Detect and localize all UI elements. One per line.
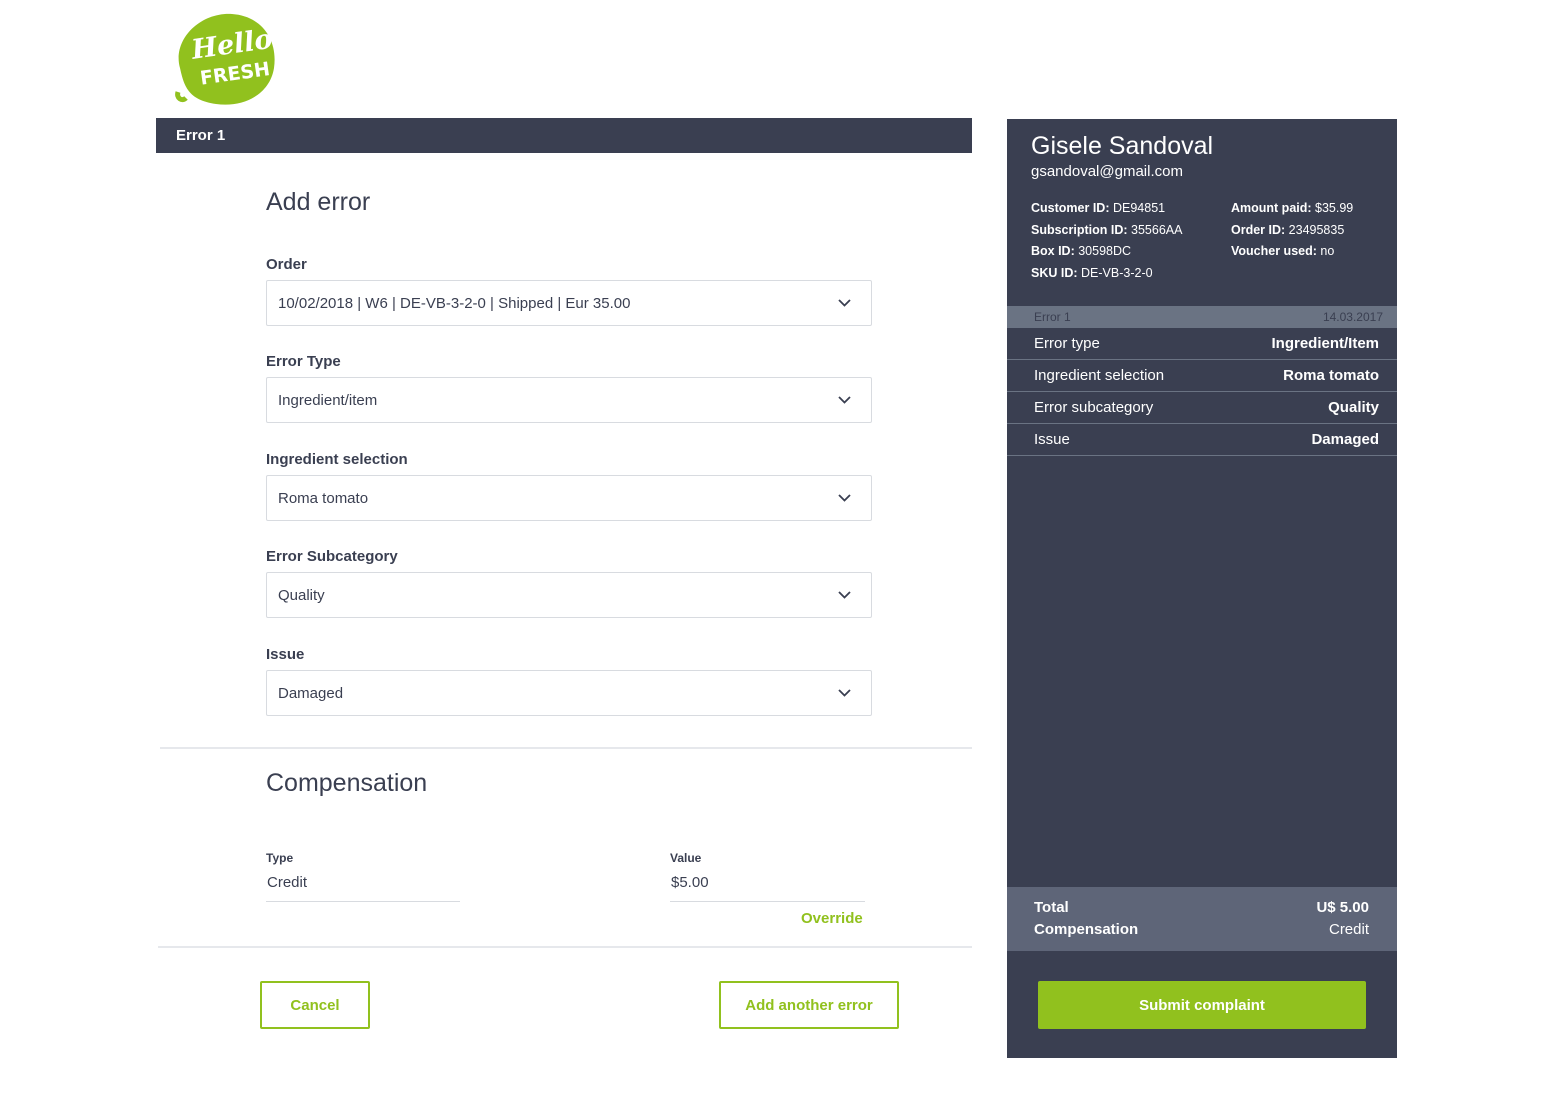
order-select[interactable]: 10/02/2018 | W6 | DE-VB-3-2-0 | Shipped … xyxy=(266,280,872,326)
order-label: Order xyxy=(266,256,307,273)
customer-email: gsandoval@gmail.com xyxy=(1031,163,1183,180)
chevron-down-icon xyxy=(837,588,851,602)
submit-complaint-label: Submit complaint xyxy=(1139,996,1265,1014)
summary-row: Error subcategory Quality xyxy=(1007,392,1397,424)
error-subcategory-label: Error Subcategory xyxy=(266,548,398,565)
add-another-error-button-label: Add another error xyxy=(745,996,873,1014)
summary-row-value: Damaged xyxy=(1311,431,1379,448)
box-id-line: Box ID: 30598DC xyxy=(1031,244,1132,258)
customer-summary-panel: Gisele Sandoval gsandoval@gmail.com Cust… xyxy=(1007,119,1397,1058)
compensation-value-label: Value xyxy=(670,851,702,865)
issue-select[interactable]: Damaged xyxy=(266,670,872,716)
compensation-title: Compensation xyxy=(266,769,428,797)
compensation-value-value: $5.00 xyxy=(671,874,709,891)
compensation-value-field[interactable]: $5.00 xyxy=(670,874,865,902)
amount-paid-line: Amount paid: $35.99 xyxy=(1231,201,1354,215)
error-tab-label: Error 1 xyxy=(176,127,226,144)
ingredient-selection-select[interactable]: Roma tomato xyxy=(266,475,872,521)
summary-row: Issue Damaged xyxy=(1007,424,1397,456)
error-type-label: Error Type xyxy=(266,353,341,370)
summary-row: Ingredient selection Roma tomato xyxy=(1007,360,1397,392)
section-divider xyxy=(160,747,972,749)
summary-error-date: 14.03.2017 xyxy=(1322,310,1383,324)
error-tab[interactable]: Error 1 xyxy=(156,118,972,153)
cancel-button-label: Cancel xyxy=(290,996,340,1014)
hellofresh-logo[interactable]: Hello FRESH xyxy=(170,10,280,110)
submit-complaint-button[interactable]: Submit complaint xyxy=(1038,981,1366,1029)
error-type-select-value: Ingredient/item xyxy=(278,391,378,409)
customer-meta-right: Amount paid: $35.99 Order ID: 23495835 V… xyxy=(1231,198,1353,263)
summary-row-key: Error subcategory xyxy=(1034,399,1154,416)
summary-error-header: Error 1 14.03.2017 xyxy=(1007,306,1397,328)
order-select-value: 10/02/2018 | W6 | DE-VB-3-2-0 | Shipped … xyxy=(278,294,631,312)
chevron-down-icon xyxy=(837,491,851,505)
add-another-error-button[interactable]: Add another error xyxy=(719,981,899,1029)
chevron-down-icon xyxy=(837,686,851,700)
override-link[interactable]: Override xyxy=(801,910,863,927)
order-id-line: Order ID: 23495835 xyxy=(1231,222,1345,237)
total-compensation-value: U$ 5.00 Credit xyxy=(1316,899,1369,938)
error-type-select[interactable]: Ingredient/item xyxy=(266,377,872,423)
voucher-used-line: Voucher used: no xyxy=(1231,244,1335,258)
error-subcategory-select-value: Quality xyxy=(278,586,325,604)
compensation-type-label: Type xyxy=(266,851,294,865)
summary-row-value: Quality xyxy=(1328,399,1379,416)
issue-select-value: Damaged xyxy=(278,684,344,702)
add-error-title: Add error xyxy=(266,188,371,216)
summary-row-value: Ingredient/Item xyxy=(1271,335,1379,352)
summary-row-key: Issue xyxy=(1034,431,1070,448)
ingredient-selection-label: Ingredient selection xyxy=(266,451,408,468)
total-compensation-label: Total Compensation xyxy=(1034,899,1139,938)
chevron-down-icon xyxy=(837,393,851,407)
issue-label: Issue xyxy=(266,646,305,663)
summary-error-label: Error 1 xyxy=(1034,310,1071,324)
error-subcategory-select[interactable]: Quality xyxy=(266,572,872,618)
sku-id-line: SKU ID: DE-VB-3-2-0 xyxy=(1031,265,1153,280)
customer-id-line: Customer ID: DE94851 xyxy=(1031,201,1166,215)
customer-name: Gisele Sandoval xyxy=(1031,132,1214,160)
summary-row-key: Ingredient selection xyxy=(1034,367,1165,384)
subscription-id-line: Subscription ID: 35566AA xyxy=(1031,222,1183,237)
section-divider xyxy=(158,946,972,948)
compensation-type-value: Credit xyxy=(267,874,308,891)
compensation-type-field[interactable]: Credit xyxy=(266,874,460,902)
summary-row: Error type Ingredient/Item xyxy=(1007,328,1397,360)
cancel-button[interactable]: Cancel xyxy=(260,981,370,1029)
summary-row-key: Error type xyxy=(1034,335,1100,352)
ingredient-selection-select-value: Roma tomato xyxy=(278,489,369,507)
total-compensation: Total Compensation U$ 5.00 Credit xyxy=(1007,887,1397,951)
chevron-down-icon xyxy=(837,296,851,310)
summary-row-value: Roma tomato xyxy=(1283,367,1379,384)
customer-meta-left: Customer ID: DE94851 Subscription ID: 35… xyxy=(1031,198,1182,284)
